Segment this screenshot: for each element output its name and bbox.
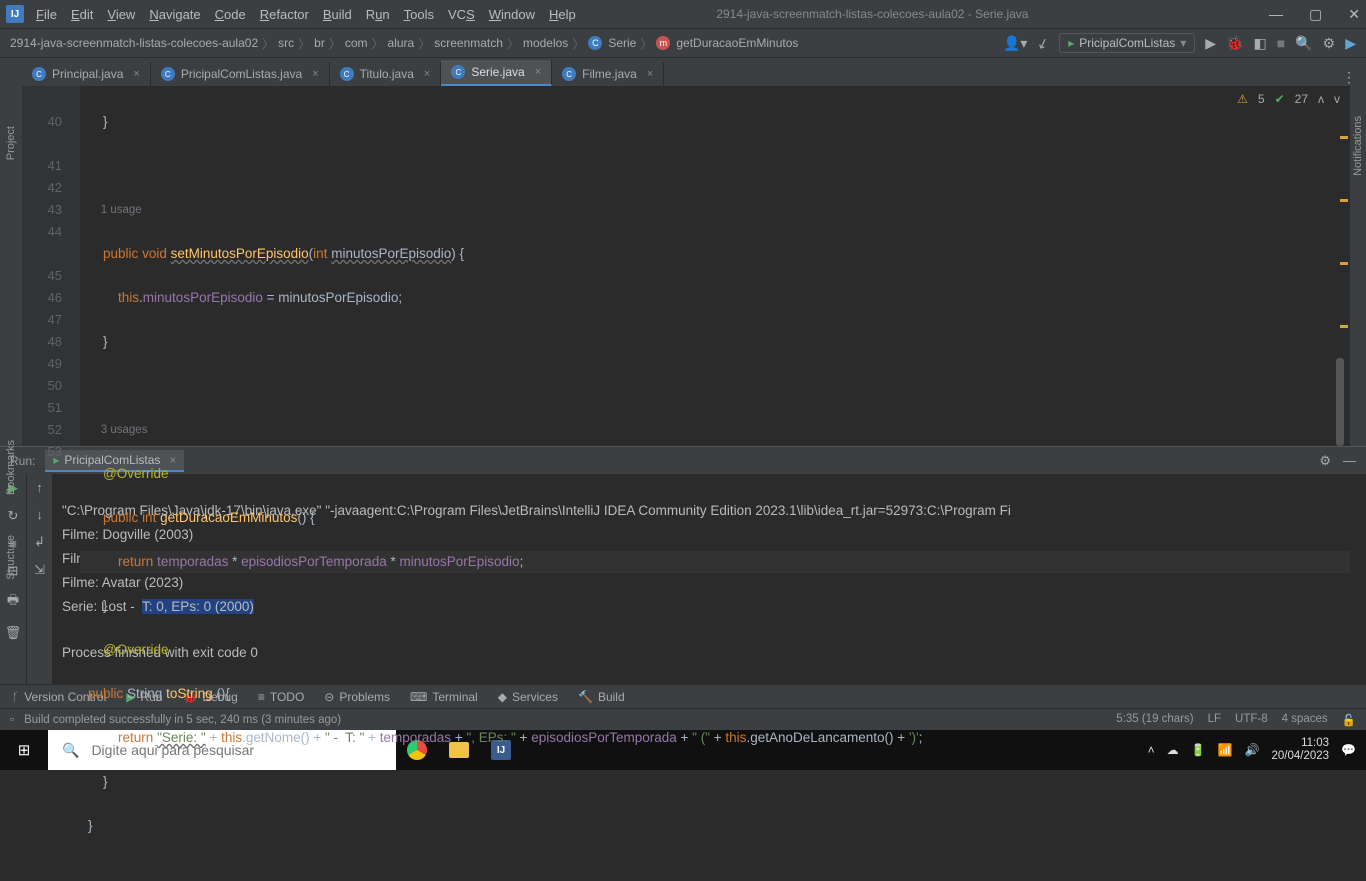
editor: Project Bookmarks Structure 40 41 42 43 … [0, 86, 1366, 446]
maximize-icon[interactable]: ▢ [1309, 6, 1322, 23]
breadcrumb: 2914-java-screenmatch-listas-colecoes-au… [10, 35, 798, 52]
close-tab-icon[interactable]: × [133, 68, 139, 80]
soft-wrap-icon[interactable]: ↲ [34, 534, 45, 550]
coverage-button[interactable]: ◧ [1254, 35, 1267, 52]
rerun-failed-icon[interactable]: ↻ [8, 508, 19, 524]
crumb-modelos[interactable]: modelos [523, 36, 568, 50]
gutter: 40 41 42 43 44 45 46 47 48 49 50 51 52 5… [22, 86, 80, 446]
editor-tabs: CPrincipal.java× CPricipalComListas.java… [0, 58, 1366, 86]
ok-icon: ✔ [1275, 92, 1285, 106]
scroll-end-icon[interactable]: ⇲ [34, 562, 45, 578]
menu-run[interactable]: Run [366, 7, 390, 22]
run-button[interactable]: ▶ [1205, 35, 1216, 52]
debug-button[interactable]: 🐞 [1226, 35, 1243, 52]
method-icon: m [656, 36, 670, 50]
project-tool-button[interactable]: Project [5, 126, 17, 160]
crumb-com[interactable]: com [345, 36, 368, 50]
close-tab-icon[interactable]: × [312, 68, 318, 80]
navigation-bar: 2914-java-screenmatch-listas-colecoes-au… [0, 28, 1366, 58]
editor-scrollbar[interactable] [1336, 358, 1344, 446]
notifications-tool-button[interactable]: Notifications [1352, 116, 1364, 176]
right-tool-strip: Notifications [1350, 86, 1366, 446]
tabs-more-icon[interactable]: ⋮ [1342, 69, 1356, 86]
menu-vcs[interactable]: VCS [448, 7, 475, 22]
code-area[interactable]: } 1 usage public void setMinutosPorEpiso… [80, 86, 1350, 446]
crumb-screenmatch[interactable]: screenmatch [434, 36, 503, 50]
warning-icon: ⚠ [1237, 92, 1248, 106]
error-stripe[interactable] [1340, 136, 1350, 388]
tab-titulo[interactable]: CTitulo.java× [330, 62, 442, 86]
crumb-src[interactable]: src [278, 36, 294, 50]
print-icon[interactable]: 🖶 [7, 591, 19, 613]
menu-refactor[interactable]: Refactor [260, 7, 309, 22]
down-icon[interactable]: ↓ [36, 507, 43, 522]
class-icon: C [588, 36, 602, 50]
menu-edit[interactable]: Edit [71, 7, 93, 22]
delete-icon[interactable]: 🗑 [5, 625, 22, 641]
close-tab-icon[interactable]: × [535, 66, 541, 78]
plugin-icon[interactable]: ▶ [1345, 35, 1356, 52]
close-tab-icon[interactable]: × [647, 68, 653, 80]
status-tool-windows-icon[interactable]: ▫ [10, 714, 14, 726]
close-icon[interactable]: ✕ [1348, 6, 1360, 23]
run-config-selector[interactable]: ▸ PricipalComListas ▾ [1059, 33, 1195, 53]
crumb-method[interactable]: getDuracaoEmMinutos [676, 36, 798, 50]
crumb-br[interactable]: br [314, 36, 325, 50]
menu-file[interactable]: File [36, 7, 57, 22]
menu-navigate[interactable]: Navigate [149, 7, 200, 22]
window-title: 2914-java-screenmatch-listas-colecoes-au… [476, 7, 1269, 21]
menu-build[interactable]: Build [323, 7, 352, 22]
build-icon[interactable]: ↙ [1035, 33, 1052, 53]
run-toolbar-left2: ↑ ↓ ↲ ⇲ [26, 474, 52, 684]
crumb-alura[interactable]: alura [388, 36, 415, 50]
up-icon[interactable]: ↑ [36, 480, 43, 495]
left-tool-strip: Project Bookmarks Structure [0, 86, 22, 446]
stop-button[interactable]: ■ [1277, 35, 1285, 51]
tab-filme[interactable]: CFilme.java× [552, 62, 664, 86]
menu-view[interactable]: View [107, 7, 135, 22]
crumb-project[interactable]: 2914-java-screenmatch-listas-colecoes-au… [10, 36, 258, 50]
add-user-icon[interactable]: 👤▾ [1003, 35, 1027, 52]
menu-tools[interactable]: Tools [404, 7, 434, 22]
crumb-class[interactable]: Serie [608, 36, 636, 50]
close-tab-icon[interactable]: × [424, 68, 430, 80]
menu-code[interactable]: Code [215, 7, 246, 22]
settings-icon[interactable]: ⚙ [1323, 35, 1336, 52]
app-logo: IJ [6, 5, 24, 23]
minimize-icon[interactable]: — [1269, 6, 1283, 23]
run-config-name: PricipalComListas [1079, 36, 1175, 50]
title-bar: IJ File Edit View Navigate Code Refactor… [0, 0, 1366, 28]
start-button[interactable]: ⊞ [0, 730, 48, 770]
tab-pricipalcomlistas[interactable]: CPricipalComListas.java× [151, 62, 330, 86]
tab-serie[interactable]: CSerie.java× [441, 60, 552, 86]
bookmarks-tool-button[interactable]: Bookmarks [5, 440, 17, 495]
tab-principal[interactable]: CPrincipal.java× [22, 62, 151, 86]
search-icon[interactable]: 🔍 [1295, 35, 1312, 52]
inspection-widget[interactable]: ⚠5 ✔27 ʌ v [1237, 92, 1340, 106]
search-icon: 🔍 [62, 742, 79, 759]
next-highlight-icon[interactable]: v [1334, 92, 1340, 106]
prev-highlight-icon[interactable]: ʌ [1318, 92, 1324, 106]
structure-tool-button[interactable]: Structure [5, 535, 17, 580]
